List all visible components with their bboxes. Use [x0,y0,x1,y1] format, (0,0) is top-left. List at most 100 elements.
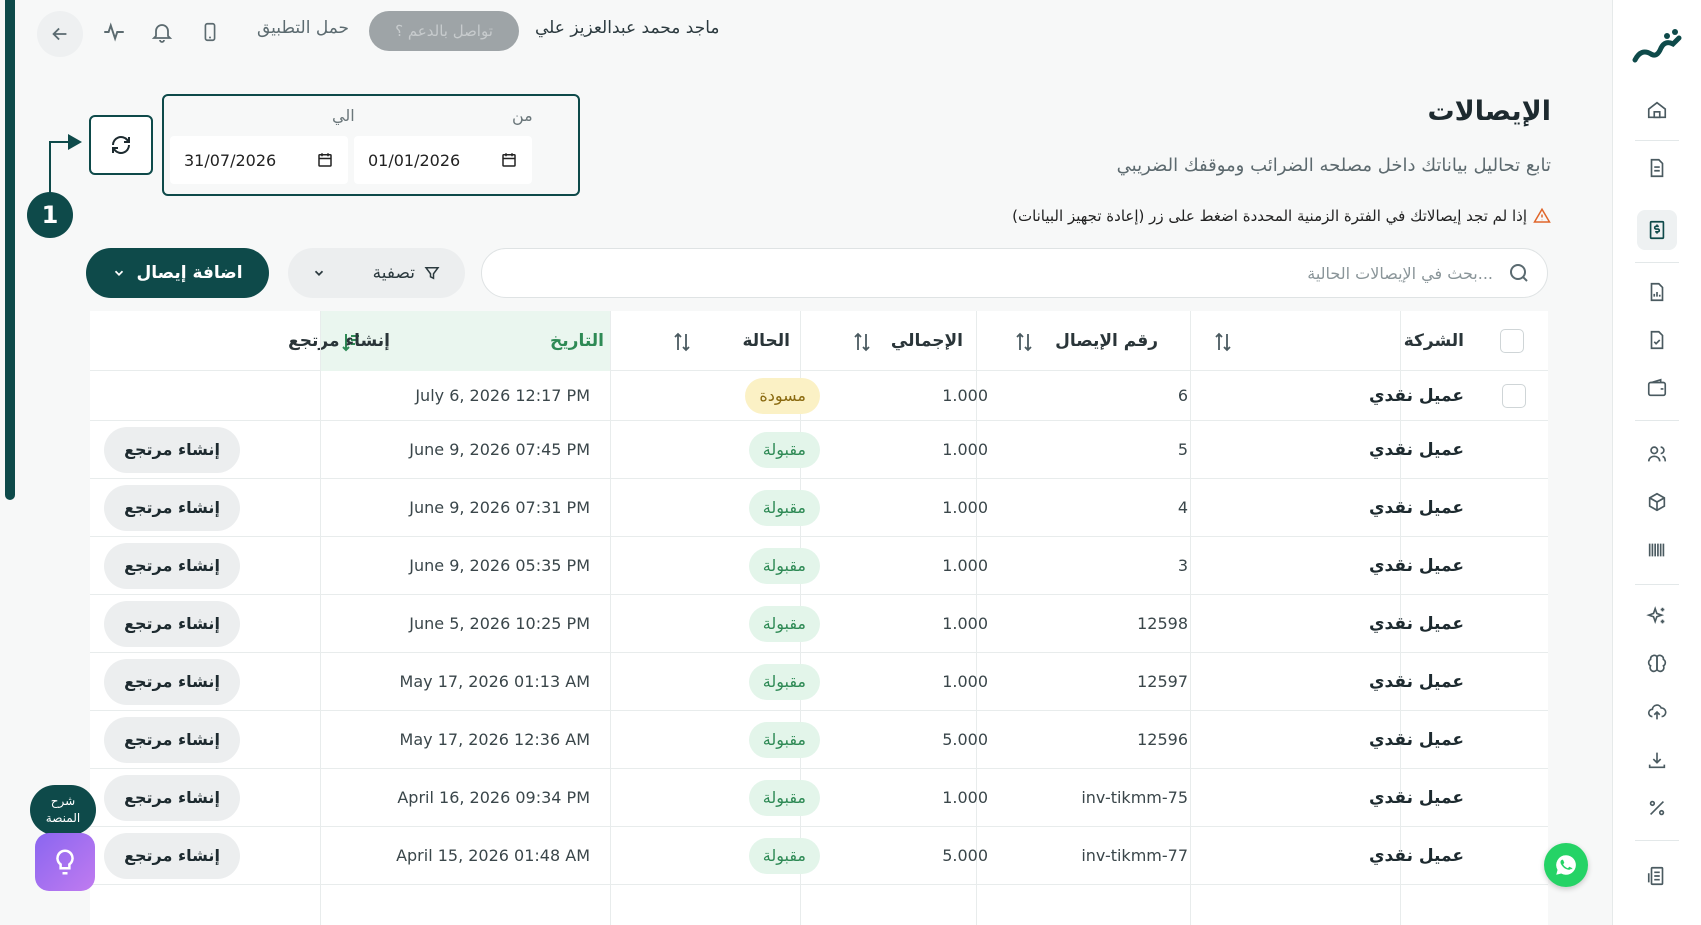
filter-button[interactable]: تصفية [288,248,465,298]
bell-icon[interactable] [148,18,176,46]
create-return-button[interactable]: إنشاء مرتجع [104,716,240,763]
cloud-upload-icon[interactable] [1637,692,1677,732]
total-cell: 1.000 [942,614,988,633]
step-badge: 1 [27,192,73,238]
help-label-line1: شرح [50,794,76,808]
document-icon[interactable] [1637,148,1677,188]
to-date-input[interactable]: 31/07/2026 [170,136,348,184]
calendar-icon[interactable] [316,151,334,169]
sidebar-divider [1635,140,1679,141]
sort-icon[interactable] [1012,330,1036,354]
select-all-checkbox[interactable] [1500,329,1524,353]
header-date[interactable]: التاريخ [550,311,604,371]
search-input[interactable]: بحث في الإيصالات الحالية... [481,248,1548,298]
table-row[interactable]: عميل نقدي 12598 1.000 مقبولة June 5, 2026 10… [90,595,1548,653]
table-row[interactable]: عميل نقدي 4 1.000 مقبولة June 9, 2026 07:31 … [90,479,1548,537]
create-return-button[interactable]: إنشاء مرتجع [104,484,240,531]
sort-icon[interactable] [1211,330,1235,354]
contact-support-button[interactable]: تواصل بالدعم ؟ [369,11,519,51]
brain-icon[interactable] [1637,644,1677,684]
sort-icon[interactable] [850,330,874,354]
total-cell: 1.000 [942,672,988,691]
users-icon[interactable] [1637,434,1677,474]
brand-logo-icon[interactable] [1627,18,1687,78]
header-company[interactable]: الشركة [1404,311,1464,371]
create-return-button[interactable]: إنشاء مرتجع [104,542,240,589]
create-return-button[interactable]: إنشاء مرتجع [104,832,240,879]
wallet-icon[interactable] [1637,368,1677,408]
sidebar-divider [1635,262,1679,263]
date-cell: June 5, 2026 10:25 PM [409,614,590,633]
create-return-cell: إنشاء مرتجع [104,769,240,826]
status-cell: مسودة [745,371,820,420]
file-check-icon[interactable] [1637,320,1677,360]
total-cell: 1.000 [942,386,988,405]
receipt-number-cell: 3 [1177,556,1188,575]
table-row[interactable]: عميل نقدي inv-tikmm-75 1.000 مقبولة April 16… [90,769,1548,827]
to-date-value: 31/07/2026 [184,150,277,170]
total-cell: 1.000 [942,440,988,459]
table-row[interactable]: عميل نقدي 6 1.000 مسودة July 6, 2026 12:17 P… [90,371,1548,421]
receipt-icon[interactable] [1637,210,1677,250]
company-cell: عميل نقدي [1368,671,1464,692]
header-status[interactable]: الحالة [742,311,790,371]
create-return-button[interactable]: إنشاء مرتجع [104,426,240,473]
home-icon[interactable] [1637,90,1677,130]
report-icon[interactable] [1637,856,1677,896]
from-date-input[interactable]: 01/01/2026 [354,136,532,184]
calendar-icon[interactable] [500,151,518,169]
total-cell: 1.000 [942,788,988,807]
download-icon[interactable] [1637,740,1677,780]
date-cell: June 9, 2026 07:31 PM [409,498,590,517]
chart-icon[interactable] [1637,272,1677,312]
sparkles-icon[interactable] [1637,596,1677,636]
sidebar-divider [1635,584,1679,585]
table-header: الشركة رقم الإيصال الإجمالي الحالة التار… [90,311,1548,371]
lightbulb-icon[interactable] [35,833,95,891]
barcode-icon[interactable] [1637,530,1677,570]
table-row[interactable]: عميل نقدي 3 1.000 مقبولة June 9, 2026 05:35 … [90,537,1548,595]
company-cell: عميل نقدي [1368,729,1464,750]
receipt-number-cell: 6 [1177,386,1188,405]
table-row[interactable]: عميل نقدي 12597 1.000 مقبولة May 17, 2026 01… [90,653,1548,711]
platform-guide-label[interactable]: شرح المنصة [30,785,96,835]
total-cell: 5.000 [942,846,988,865]
table-row[interactable]: عميل نقدي inv-tikmm-77 5.000 مقبولة April 15… [90,827,1548,885]
sort-icon[interactable] [670,330,694,354]
header-checkbox-cell[interactable] [1500,311,1524,371]
activity-icon[interactable] [100,18,128,46]
back-arrow-icon[interactable] [37,11,83,57]
download-app-link[interactable]: حمل التطبيق [257,18,349,38]
box-icon[interactable] [1637,482,1677,522]
company-cell: عميل نقدي [1368,497,1464,518]
row-checkbox-cell[interactable] [1502,371,1526,420]
add-receipt-button[interactable]: اضافة إيصال [86,248,269,298]
annotation-arrow-head [68,134,82,150]
whatsapp-icon[interactable] [1544,843,1588,887]
user-name[interactable]: ماجد محمد عبدالعزيز علي [535,18,720,38]
search-placeholder: بحث في الإيصالات الحالية... [1307,263,1493,283]
add-receipt-label: اضافة إيصال [136,263,243,283]
row-checkbox[interactable] [1502,383,1526,408]
header-receipt-number[interactable]: رقم الإيصال [1055,311,1158,371]
table-row[interactable]: عميل نقدي 12596 5.000 مقبولة May 17, 2026 12… [90,711,1548,769]
table-row[interactable]: عميل نقدي 5 1.000 مقبولة June 9, 2026 07:45 … [90,421,1548,479]
total-cell: 1.000 [942,498,988,517]
status-badge: مقبولة [748,721,820,758]
from-date-value: 01/01/2026 [368,150,461,170]
mobile-icon[interactable] [196,18,224,46]
create-return-button[interactable]: إنشاء مرتجع [104,658,240,705]
create-return-cell: إنشاء مرتجع [104,827,240,884]
refresh-icon [112,136,130,154]
percent-icon[interactable] [1637,788,1677,828]
create-return-button[interactable]: إنشاء مرتجع [104,600,240,647]
create-return-cell: إنشاء مرتجع [104,711,240,768]
date-cell: July 6, 2026 12:17 PM [415,386,590,405]
refresh-data-button[interactable] [89,115,153,175]
status-cell: مقبولة [748,537,820,594]
create-return-cell: إنشاء مرتجع [104,537,240,594]
date-cell: April 15, 2026 01:48 AM [396,846,590,865]
date-range-picker: الي من 31/07/2026 01/01/2026 [162,94,580,196]
create-return-button[interactable]: إنشاء مرتجع [104,774,240,821]
header-total[interactable]: الإجمالي [891,311,963,371]
